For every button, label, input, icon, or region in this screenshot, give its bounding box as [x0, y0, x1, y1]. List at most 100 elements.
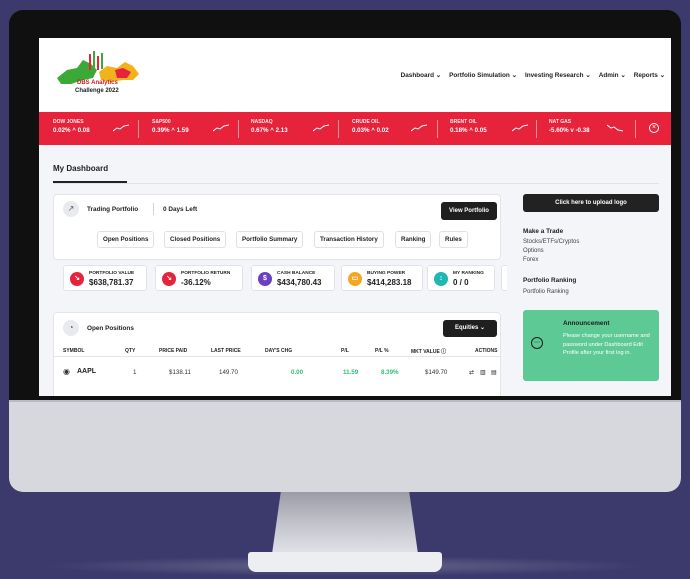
ticker-name: S&P500	[152, 119, 171, 125]
stat-my-ranking: ↕ MY RANKING 0 / 0	[427, 265, 495, 291]
eye-icon[interactable]: ◉	[63, 367, 70, 376]
col-mkt-value: MKT VALUE ⓘ	[411, 349, 447, 355]
ticker-name: DOW JONES	[53, 119, 84, 125]
tab-open-positions[interactable]: Open Positions	[97, 231, 155, 248]
sparkline-up-icon	[512, 124, 528, 132]
portfolio-ranking-title: Portfolio Ranking	[523, 277, 577, 284]
upload-logo-button[interactable]: Click here to upload logo	[523, 194, 659, 212]
open-positions-title: Open Positions	[87, 325, 134, 332]
table-header-rule	[53, 356, 501, 357]
document-icon[interactable]: ▤	[491, 369, 497, 376]
tab-portfolio-summary[interactable]: Portfolio Summary	[236, 231, 304, 248]
trade-link-options[interactable]: Options	[523, 248, 544, 254]
col-last-price: LAST PRICE	[211, 348, 241, 354]
ticker-divider	[635, 120, 636, 138]
arrow-down-icon: ↘	[162, 272, 176, 286]
view-portfolio-button[interactable]: View Portfolio	[441, 202, 497, 220]
nav-portfolio-simulation[interactable]: Portfolio Simulation ⌄	[449, 71, 517, 79]
sparkline-up-icon	[113, 124, 129, 132]
ticker-item: DOW JONES 0.02% ^ 0.08	[53, 119, 90, 139]
bar-chart-icon[interactable]: ▥	[480, 369, 486, 376]
col-pl: P/L	[341, 348, 349, 354]
screen: DBS Analytics Challenge 2022 Dashboard ⌄…	[39, 38, 671, 396]
stat-portfolio-return: ↘ PORTFOLIO RETURN -36.12%	[155, 265, 243, 291]
arrow-down-icon: ↘	[70, 272, 84, 286]
ticker-value: 0.02% ^ 0.08	[53, 127, 90, 134]
ticker-divider	[138, 120, 139, 138]
stat-portfolio-value: ↘ PORTFOLIO VALUE $638,781.37	[63, 265, 147, 291]
stat-value: $414,283.18	[367, 278, 412, 287]
ticker-name: CRUDE OIL	[352, 119, 380, 125]
announcement-card: ⋯ Announcement Please change your userna…	[523, 310, 659, 381]
close-circle-icon[interactable]: ×	[649, 123, 659, 133]
stat-value: $434,780.43	[277, 278, 322, 287]
stat-label: MY RANKING	[453, 271, 484, 276]
ticker-name: NAT GAS	[549, 119, 572, 125]
ticker-item: NAT GAS -5.60% v -0.38	[549, 119, 590, 139]
sparkline-up-icon	[213, 124, 229, 132]
ticker-value: 0.03% ^ 0.02	[352, 127, 389, 134]
ticker-value: 0.18% ^ 0.05	[450, 127, 487, 134]
col-symbol: SYMBOL	[63, 348, 85, 354]
pie-chart-icon: ◔	[63, 320, 79, 336]
nav-reports[interactable]: Reports ⌄	[634, 71, 665, 79]
ticker-name: BRENT OIL	[450, 119, 477, 125]
col-price-paid: PRICE PAID	[159, 348, 188, 354]
chart-line-icon: ↗	[63, 201, 79, 217]
sparkline-up-icon	[313, 124, 329, 132]
page-title: My Dashboard	[53, 164, 109, 173]
title-underline	[53, 181, 127, 183]
nav-admin[interactable]: Admin ⌄	[599, 71, 626, 79]
stat-label: BUYING POWER	[367, 271, 406, 276]
market-ticker: DOW JONES 0.02% ^ 0.08 S&P500 0.39% ^ 1.…	[39, 112, 671, 145]
logo-text-line1: DBS Analytics	[77, 80, 118, 86]
ticker-value: 0.67% ^ 2.13	[251, 127, 288, 134]
swap-icon[interactable]: ⇄	[469, 369, 474, 376]
nav-investing-research[interactable]: Investing Research ⌄	[525, 71, 591, 79]
trading-portfolio-card	[53, 194, 501, 260]
stat-buying-power: ▭ BUYING POWER $414,283.18	[341, 265, 423, 291]
ticker-item: BRENT OIL 0.18% ^ 0.05	[450, 119, 487, 139]
row-pl-pct: 8.39%	[381, 369, 399, 376]
chat-bubble-icon: ⋯	[531, 337, 543, 349]
trade-link-stocks[interactable]: Stocks/ETFs/Cryptos	[523, 239, 579, 245]
tab-transaction-history[interactable]: Transaction History	[314, 231, 384, 248]
monitor-stand-neck	[272, 492, 418, 554]
cash-icon: $	[258, 272, 272, 286]
row-days-chg: 0.00	[291, 369, 304, 376]
ticker-divider	[338, 120, 339, 138]
row-mkt-value: $149.70	[425, 369, 448, 376]
trade-link-forex[interactable]: Forex	[523, 257, 538, 263]
sparkline-up-icon	[411, 124, 427, 132]
monitor-chin	[9, 400, 681, 492]
ticker-value: 0.39% ^ 1.59	[152, 127, 189, 134]
wallet-icon: ▭	[348, 272, 362, 286]
col-pl-pct: P/L %	[375, 348, 389, 354]
logo-text-line2: Challenge 2022	[75, 88, 119, 94]
col-days-chg: DAY'S CHG	[265, 348, 293, 354]
equities-dropdown[interactable]: Equities ⌄	[443, 320, 497, 337]
top-bar: DBS Analytics Challenge 2022 Dashboard ⌄…	[39, 38, 671, 112]
nav-dashboard[interactable]: Dashboard ⌄	[401, 71, 442, 79]
monitor-stand-foot	[248, 552, 442, 572]
row-pl: 11.59	[343, 369, 359, 376]
title-separator	[153, 203, 154, 215]
row-symbol[interactable]: AAPL	[77, 368, 96, 375]
ticker-divider	[536, 120, 537, 138]
announcement-text: Please change your username and password…	[563, 333, 650, 357]
trading-portfolio-title: Trading Portfolio	[87, 206, 139, 213]
stat-label: CASH BALANCE	[277, 271, 316, 276]
stat-value: $638,781.37	[89, 278, 134, 287]
stat-label: PORTFOLIO RETURN	[181, 271, 231, 276]
stat-value: -36.12%	[181, 278, 211, 287]
ticker-name: NASDAQ	[251, 119, 273, 125]
stat-overflow-card	[501, 265, 507, 291]
portfolio-ranking-link[interactable]: Portfolio Ranking	[523, 289, 569, 295]
tab-closed-positions[interactable]: Closed Positions	[164, 231, 227, 248]
ranking-icon: ↕	[434, 272, 448, 286]
title-divider	[53, 183, 659, 184]
ticker-item: NASDAQ 0.67% ^ 2.13	[251, 119, 288, 139]
make-a-trade-title: Make a Trade	[523, 228, 564, 235]
tab-rules[interactable]: Rules	[439, 231, 468, 248]
tab-ranking[interactable]: Ranking	[395, 231, 432, 248]
